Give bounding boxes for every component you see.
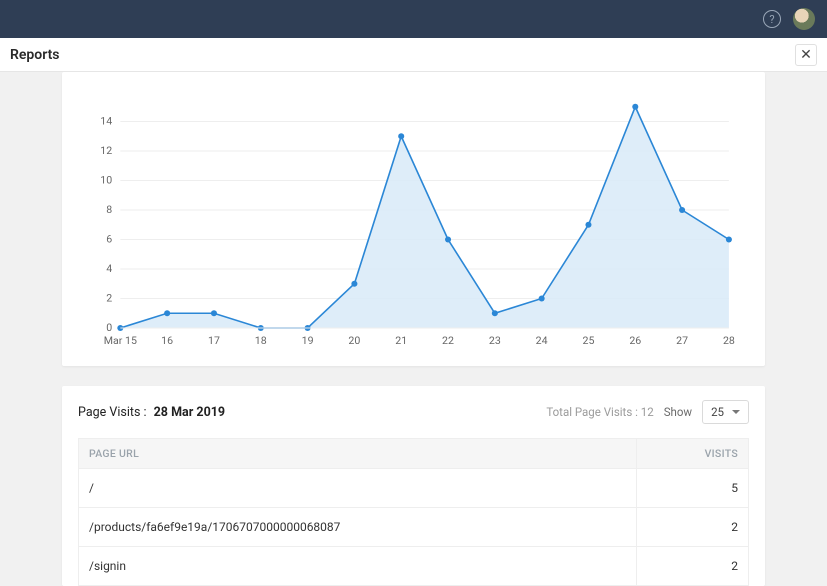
help-icon[interactable]: ? <box>763 10 781 28</box>
svg-text:8: 8 <box>106 203 112 216</box>
cell-url: /products/fa6ef9e19a/1706707000000068087 <box>79 508 637 547</box>
svg-text:17: 17 <box>208 334 220 347</box>
svg-text:6: 6 <box>106 233 112 246</box>
svg-text:22: 22 <box>442 334 454 347</box>
avatar[interactable] <box>793 8 815 30</box>
svg-text:27: 27 <box>676 334 688 347</box>
col-visits: VISITS <box>637 439 749 469</box>
page-size-value: 25 <box>711 405 724 419</box>
chevron-down-icon <box>732 410 740 414</box>
svg-text:10: 10 <box>100 174 112 187</box>
table-row[interactable]: /signin2 <box>79 547 749 586</box>
svg-text:26: 26 <box>629 334 641 347</box>
page-visits-table: PAGE URL VISITS /5/products/fa6ef9e19a/1… <box>78 438 749 586</box>
chart-svg: 02468101214 Mar 151617181920212223242526… <box>90 84 737 356</box>
page-size-select[interactable]: 25 <box>702 400 749 424</box>
svg-text:0: 0 <box>106 321 112 334</box>
page-visits-title: Page Visits : 28 Mar 2019 <box>78 405 225 420</box>
svg-text:2: 2 <box>106 292 112 305</box>
svg-text:25: 25 <box>583 334 595 347</box>
page-visits-date: 28 Mar 2019 <box>154 405 225 420</box>
cell-url: / <box>79 469 637 508</box>
svg-text:20: 20 <box>348 334 360 347</box>
cell-visits: 5 <box>637 469 749 508</box>
page-visits-card: Page Visits : 28 Mar 2019 Total Page Vis… <box>62 386 765 586</box>
page-visits-header: Page Visits : 28 Mar 2019 Total Page Vis… <box>78 400 749 424</box>
page-visits-label: Page Visits : <box>78 405 147 420</box>
table-row[interactable]: /products/fa6ef9e19a/1706707000000068087… <box>79 508 749 547</box>
close-icon: ✕ <box>800 47 812 63</box>
panel-header: Reports ✕ <box>0 38 827 72</box>
show-label: Show <box>664 405 692 419</box>
svg-text:21: 21 <box>395 334 407 347</box>
svg-text:16: 16 <box>161 334 173 347</box>
svg-text:14: 14 <box>100 115 112 128</box>
col-url: PAGE URL <box>79 439 637 469</box>
svg-text:4: 4 <box>106 262 112 275</box>
cell-url: /signin <box>79 547 637 586</box>
table-row[interactable]: /5 <box>79 469 749 508</box>
cell-visits: 2 <box>637 508 749 547</box>
chart-area: 02468101214 Mar 151617181920212223242526… <box>90 84 737 356</box>
content: 02468101214 Mar 151617181920212223242526… <box>0 72 827 586</box>
page-title: Reports <box>10 47 60 63</box>
svg-text:24: 24 <box>536 334 548 347</box>
svg-text:12: 12 <box>100 144 112 157</box>
svg-text:19: 19 <box>302 334 314 347</box>
page-visits-controls: Total Page Visits : 12 Show 25 <box>546 400 749 424</box>
svg-text:Mar 15: Mar 15 <box>104 334 137 347</box>
total-page-visits: Total Page Visits : 12 <box>546 405 653 419</box>
svg-text:28: 28 <box>723 334 735 347</box>
chart-card: 02468101214 Mar 151617181920212223242526… <box>62 72 765 366</box>
close-button[interactable]: ✕ <box>795 44 817 66</box>
topbar: ? <box>0 0 827 38</box>
svg-text:18: 18 <box>255 334 267 347</box>
cell-visits: 2 <box>637 547 749 586</box>
svg-text:23: 23 <box>489 334 501 347</box>
